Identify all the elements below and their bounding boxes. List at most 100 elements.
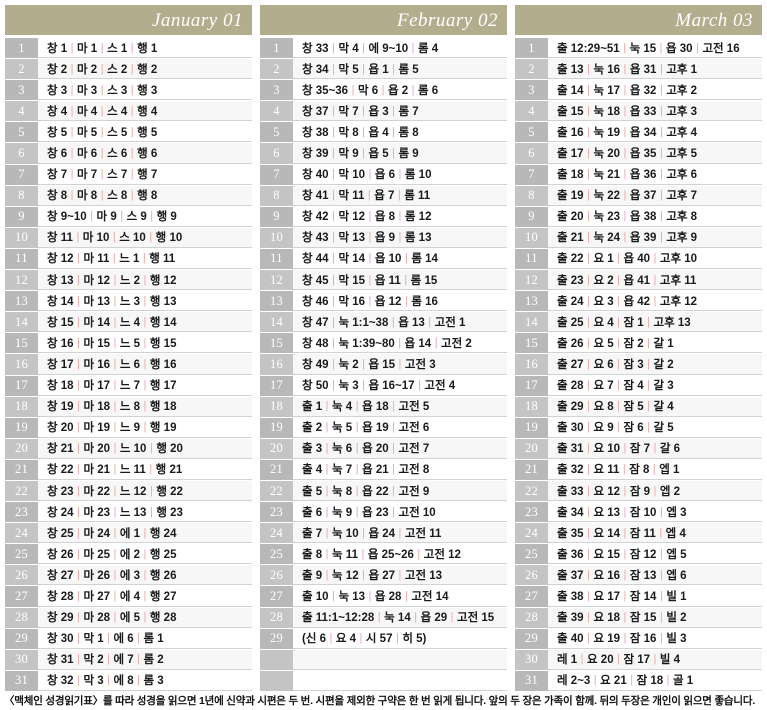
reading-separator: | [130, 104, 134, 117]
scripture-reference: 출 28 [557, 380, 584, 393]
month-title-february: February 02 [396, 9, 498, 31]
scripture-reference: 마 5 [77, 126, 98, 139]
reading-separator: | [112, 231, 116, 244]
scripture-reference: 욥 25~26 [367, 548, 414, 561]
reading-separator: | [143, 421, 147, 434]
reading-separator: | [659, 210, 663, 223]
table-row: 23 출 34 | 요 13 | 잠 10 | 엡 3 [515, 502, 762, 523]
day-number-cell: 26 [515, 565, 548, 586]
day-number-cell: 12 [5, 270, 38, 291]
reading-separator: | [617, 315, 620, 328]
table-row: 9출 20 | 눅 23 | 욥 38 | 고후 8 [515, 206, 762, 227]
day-number-cell: 22 [260, 480, 293, 502]
reading-separator: | [647, 379, 650, 392]
reading-separator: | [647, 357, 650, 370]
reading-separator: | [392, 463, 395, 476]
scripture-reference: 스 4 [107, 105, 128, 118]
reading-separator: | [77, 611, 80, 624]
scripture-reference: 고후 5 [666, 148, 698, 161]
scripture-reference: 창 18 [47, 380, 74, 393]
table-row: 20 창 21 | 마 20 | 느 10 | 행 20 [5, 438, 252, 459]
day-number-cell: 26 [260, 565, 293, 586]
reading-separator: | [428, 315, 432, 328]
readings-cell: 출 13 | 눅 16 | 욥 31 | 고후 1 [548, 59, 762, 80]
month-column-january: January 01 1창 1 | 마 1 | 스 1 | 행 12창 2 | 마 2 | 스 2 |… [5, 5, 252, 692]
table-row: 18 출 29 | 요 8 | 잠 5 | 갈 4 [515, 396, 762, 417]
table-row: 15 창 16 | 마 15 | 느 5 | 행 15 [5, 333, 252, 354]
scripture-reference: 행 1 [137, 42, 158, 55]
readings-cell: 출 9 | 눅 12 | 욥 27 | 고전 13 [293, 565, 507, 586]
scripture-reference: 느 13 [119, 506, 147, 519]
scripture-reference: 욥 1 [368, 63, 389, 76]
scripture-reference: 눅 1:1~38 [338, 316, 389, 329]
scripture-reference: 고후 12 [659, 295, 698, 308]
reading-separator: | [100, 62, 104, 75]
scripture-reference: 요 16 [593, 569, 621, 582]
scripture-reference: 막 12 [338, 211, 366, 224]
table-row: 16 창 49 | 눅 2 | 욥 15 | 고전 3 [260, 354, 507, 375]
reading-separator: | [77, 674, 80, 687]
readings-cell: 레 1 | 요 20 | 잠 17 | 빌 4 [548, 649, 762, 670]
scripture-reference: 창 50 [302, 380, 329, 393]
scripture-reference: 출 11:1~12:28 [302, 612, 375, 625]
reading-separator: | [381, 83, 385, 96]
scripture-reference: 요 13 [593, 506, 621, 519]
scripture-reference: 느 4 [119, 316, 141, 329]
day-number-cell: 16 [515, 354, 548, 375]
reading-separator: | [623, 632, 627, 645]
scripture-reference: 고전 12 [423, 548, 461, 561]
scripture-reference: 요 18 [593, 612, 621, 625]
reading-separator: | [623, 484, 627, 497]
reading-separator: | [70, 41, 74, 54]
reading-separator: | [398, 357, 402, 370]
day-number-cell: 27 [515, 586, 548, 607]
scripture-reference: 욥 31 [629, 63, 657, 76]
reading-separator: | [659, 547, 663, 560]
reading-separator: | [113, 526, 117, 539]
day-number-cell: 14 [260, 312, 293, 333]
day-number-cell: 13 [5, 291, 38, 312]
scripture-reference: 느 10 [119, 443, 147, 456]
scripture-reference: 고전 1 [434, 316, 466, 329]
readings-cell [293, 649, 507, 670]
readings-cell: 출 29 | 요 8 | 잠 5 | 갈 4 [548, 396, 762, 417]
readings-cell: 출 28 | 요 7 | 잠 4 | 갈 3 [548, 375, 762, 396]
reading-separator: | [617, 336, 620, 349]
scripture-reference: 고전 8 [398, 464, 430, 477]
readings-cell: 창 49 | 눅 2 | 욥 15 | 고전 3 [293, 354, 507, 375]
scripture-reference: 창 41 [302, 190, 329, 203]
scripture-reference: 행 26 [149, 569, 177, 582]
day-number-cell: 28 [5, 607, 38, 628]
table-row: 8창 41 | 막 11 | 욥 7 | 롬 11 [260, 185, 507, 206]
scripture-reference: 느 9 [119, 422, 141, 435]
table-row: 22 출 5 | 눅 8 | 욥 22 | 고전 9 [260, 480, 507, 502]
scripture-reference: 고후 8 [666, 211, 698, 224]
reading-separator: | [418, 379, 421, 392]
scripture-reference: 스 2 [107, 63, 128, 76]
readings-cell: 레 2~3 | 요 21 | 잠 18 | 골 1 [548, 670, 762, 691]
scripture-reference: 요 1 [593, 253, 614, 266]
month-column-march: March 03 1출 12:29~51 | 눅 15 | 욥 30 | 고전 16 2 출 1… [515, 5, 762, 692]
reading-separator: | [77, 505, 80, 518]
reading-separator: | [587, 62, 590, 75]
reading-separator: | [113, 568, 117, 581]
readings-cell: 창 44 | 막 14 | 욥 10 | 롬 14 [293, 248, 507, 270]
table-row: 4창 4 | 마 4 | 스 4 | 행 4 [5, 101, 252, 122]
scripture-reference: 욥 28 [374, 590, 402, 603]
scripture-reference: 엡 4 [665, 527, 686, 540]
scripture-reference: 창 28 [47, 590, 74, 603]
month-rows-february: 1창 33 | 막 4 | 에 9~10 | 롬 42창 34 | 막 5 | 욥 1 | 롬 53창 … [260, 38, 507, 691]
reading-separator: | [659, 104, 663, 117]
scripture-reference: 고후 13 [653, 316, 691, 329]
scripture-reference: 막 4 [338, 42, 359, 55]
scripture-reference: 창 13 [47, 274, 74, 287]
scripture-reference: 욥 18 [362, 401, 389, 414]
reading-separator: | [142, 252, 146, 265]
scripture-reference: 창 31 [47, 654, 74, 667]
reading-separator: | [368, 210, 372, 223]
scripture-reference: 창 44 [302, 253, 329, 266]
reading-separator: | [587, 147, 590, 160]
reading-separator: | [112, 252, 116, 265]
reading-separator: | [404, 273, 408, 286]
readings-cell: 창 15 | 마 14 | 느 4 | 행 14 [38, 312, 252, 333]
